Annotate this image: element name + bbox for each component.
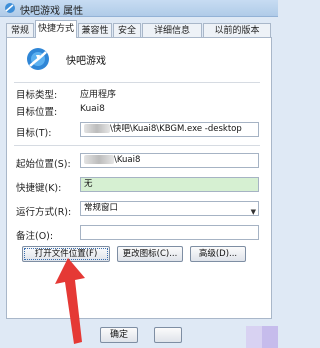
hotkey-value: 无	[84, 179, 93, 189]
target-label: 目标(T):	[16, 128, 52, 139]
tab-details[interactable]: 详细信息	[142, 23, 202, 37]
tab-general[interactable]: 常规	[6, 23, 34, 37]
tab-bar: 常规 快捷方式 兼容性 安全 详细信息 以前的版本	[6, 20, 272, 38]
target-value-prefix: \快吧	[110, 124, 130, 134]
target-location-value: Kuai8	[80, 104, 105, 114]
hotkey-label: 快捷键(K):	[16, 183, 62, 194]
comment-label: 备注(O):	[16, 231, 54, 242]
comment-field[interactable]	[80, 225, 259, 240]
tab-compatibility[interactable]: 兼容性	[78, 23, 112, 37]
ok-button[interactable]: 确定	[100, 327, 138, 343]
title-bar: 快吧游戏 属性	[0, 0, 278, 17]
watermark-block	[262, 326, 278, 348]
watermark-block	[246, 326, 262, 348]
target-type-label: 目标类型:	[16, 90, 58, 101]
cancel-button[interactable]	[154, 327, 182, 343]
app-icon	[27, 48, 49, 70]
tab-previous-versions[interactable]: 以前的版本	[203, 23, 271, 37]
tab-shortcut[interactable]: 快捷方式	[35, 20, 77, 38]
shortcut-name: 快吧游戏	[66, 56, 106, 67]
target-type-value: 应用程序	[80, 90, 117, 100]
tab-security[interactable]: 安全	[113, 23, 141, 37]
run-value: 常规窗口	[84, 203, 119, 213]
start-in-label: 起始位置(S):	[16, 159, 71, 170]
annotation-arrow-icon	[55, 258, 85, 344]
target-value: \Kuai8\KBGM.exe -desktop	[129, 124, 242, 134]
start-in-value: \Kuai8	[114, 155, 141, 165]
target-field[interactable]: \快吧\Kuai8\KBGM.exe -desktop	[80, 122, 259, 137]
change-icon-button[interactable]: 更改图标(C)...	[117, 246, 183, 262]
chevron-down-icon: ▼	[250, 208, 256, 216]
run-label: 运行方式(R):	[16, 207, 72, 218]
app-icon-small	[5, 3, 15, 13]
hotkey-field[interactable]: 无	[80, 177, 259, 192]
run-select[interactable]: 常规窗口 ▼	[80, 201, 259, 216]
window-title: 快吧游戏 属性	[20, 6, 84, 17]
divider	[14, 82, 260, 83]
redacted-path	[84, 124, 110, 133]
divider	[14, 145, 260, 146]
redacted-path	[84, 155, 114, 164]
target-location-label: 目标位置:	[16, 107, 58, 118]
start-in-field[interactable]: \Kuai8	[80, 153, 259, 168]
advanced-button[interactable]: 高级(D)...	[190, 246, 246, 262]
